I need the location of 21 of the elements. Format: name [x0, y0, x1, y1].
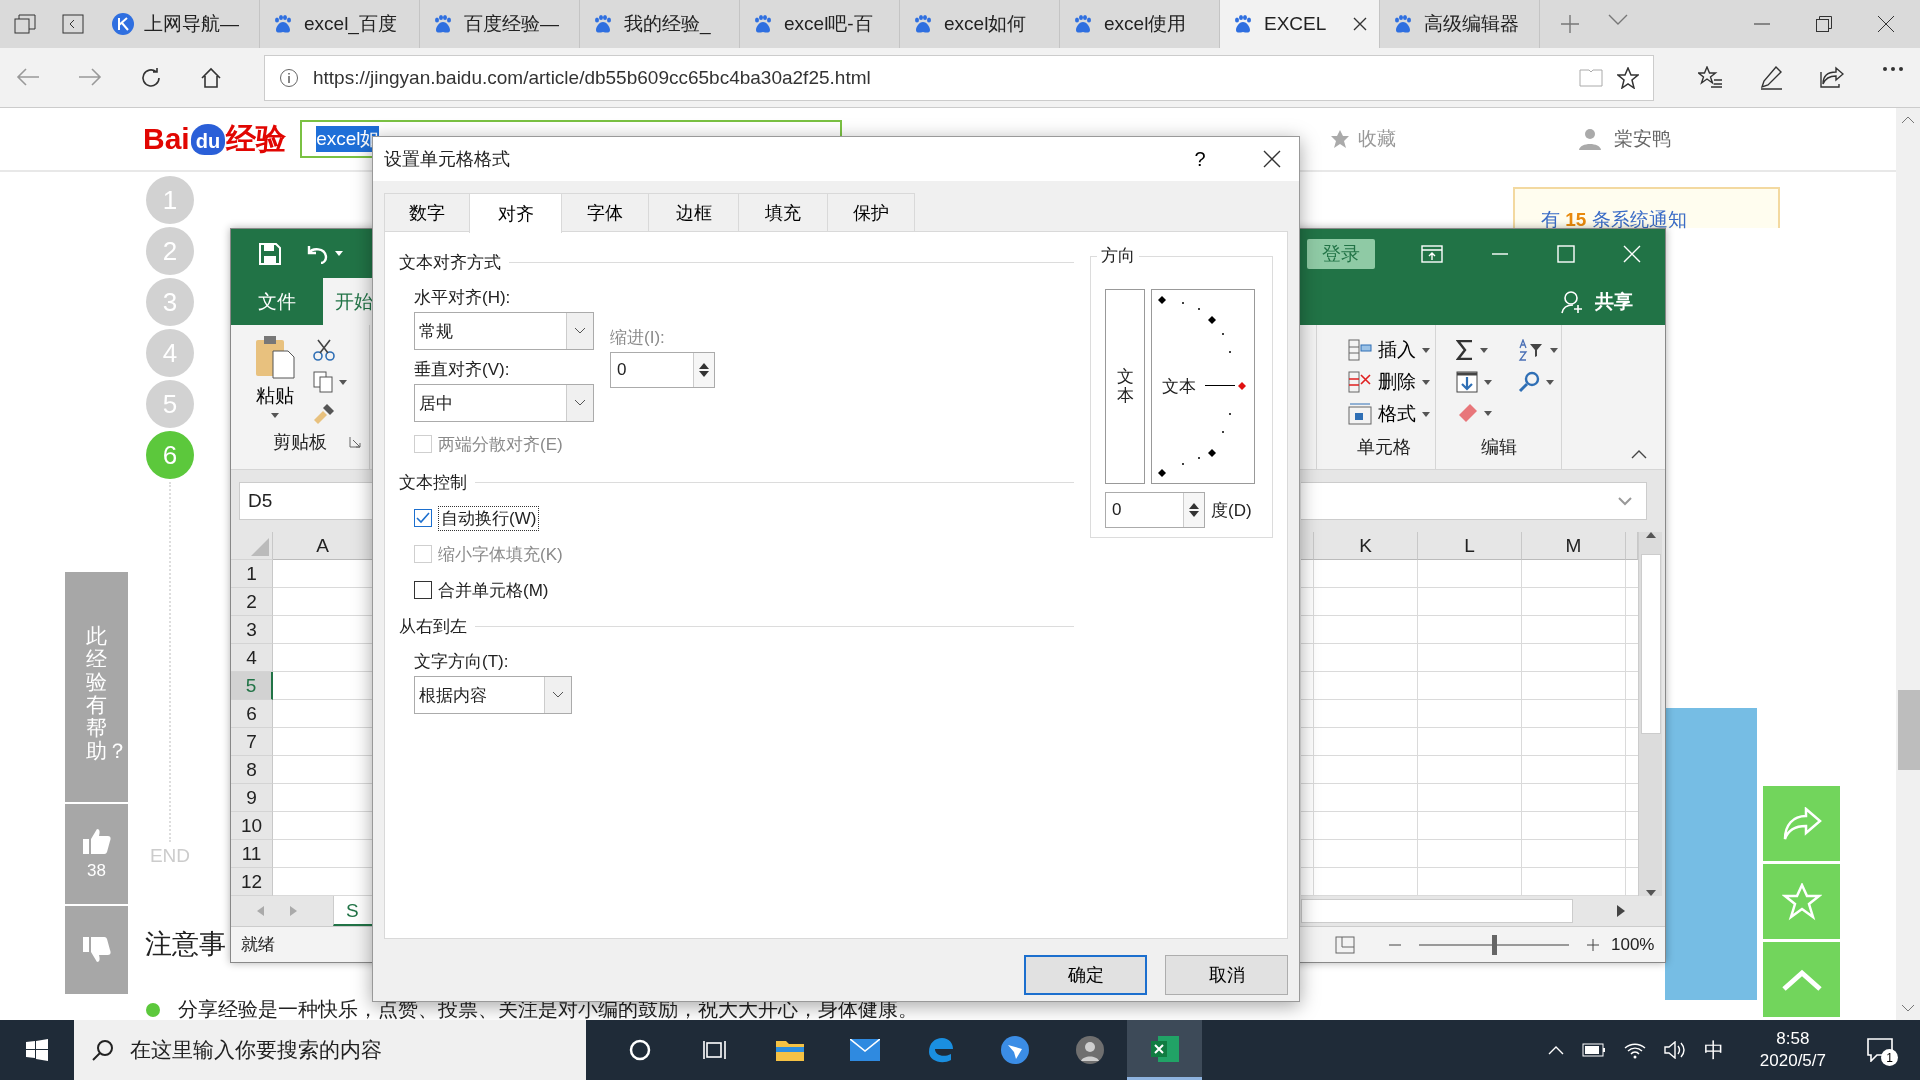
group-label: 单元格	[1356, 436, 1411, 460]
feedback-question: 此经验有帮助？	[65, 572, 128, 802]
group-label: 剪贴板	[273, 431, 327, 455]
field-label: 文字方向(T):	[414, 650, 510, 673]
section-heading: 文本对齐方式	[399, 251, 501, 274]
checkbox-label: 两端分散对齐(E)	[438, 433, 563, 456]
field-label: 缩进(I):	[610, 326, 666, 349]
section-heading: 文本控制	[399, 471, 467, 494]
group-label: 编辑	[1480, 436, 1517, 460]
status-text: 就绪	[241, 934, 275, 957]
section-heading: 从右到左	[399, 615, 467, 638]
checkbox-label: 合并单元格(M)	[438, 579, 549, 602]
field-label: 度(D)	[1211, 499, 1252, 522]
field-label: 垂直对齐(V):	[414, 358, 511, 381]
dial-text: 文本	[1162, 376, 1197, 398]
checkbox-label: 缩小字体填充(K)	[438, 543, 563, 566]
section-heading: 方向	[1097, 244, 1140, 267]
checkbox-label: 自动换行(W)	[438, 505, 540, 531]
field-label: 水平对齐(H):	[414, 286, 512, 309]
section-title: 注意事	[145, 928, 226, 961]
dialog-title: 设置单元格格式	[384, 148, 511, 171]
